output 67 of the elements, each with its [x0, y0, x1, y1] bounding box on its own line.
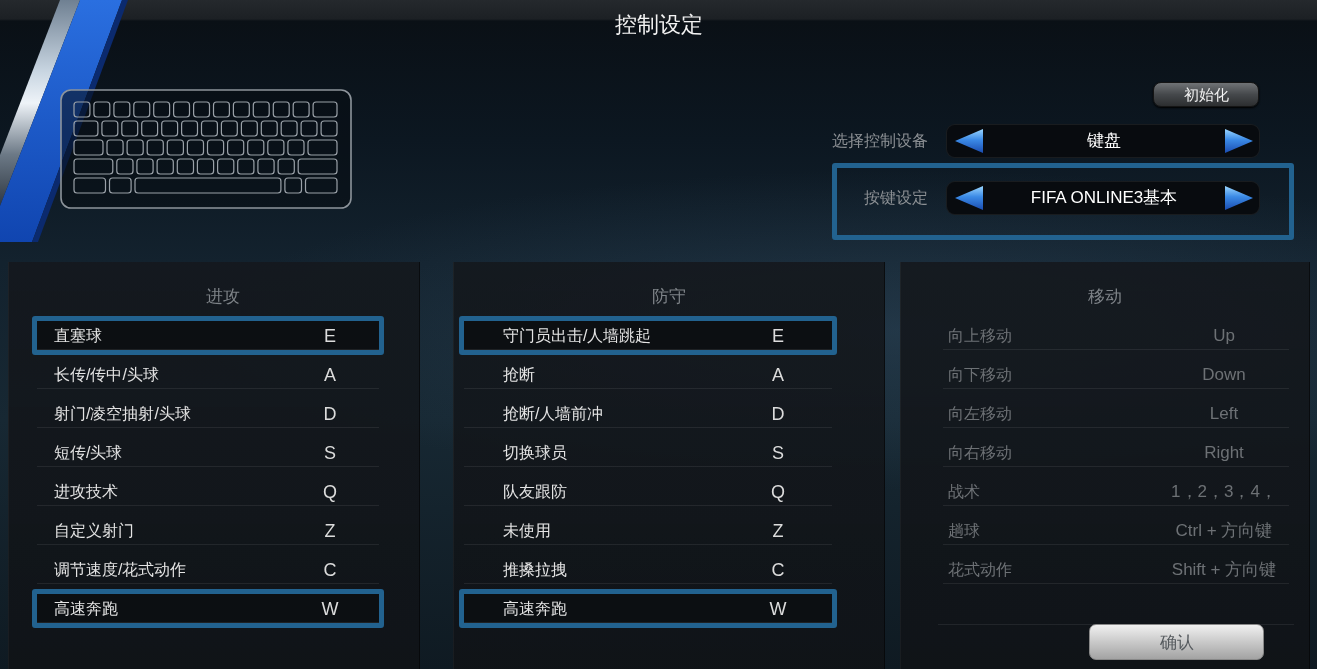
selector-value: FIFA ONLINE3基本	[1029, 187, 1179, 209]
key-label: Right	[1203, 441, 1245, 464]
key-label: Down	[1201, 363, 1247, 386]
action-label: 向下移动	[948, 364, 1013, 385]
key-label: E	[323, 324, 337, 347]
key-label: E	[771, 324, 785, 347]
column-heading: 进攻	[206, 287, 240, 307]
action-label: 趟球	[948, 520, 981, 541]
option-selector[interactable]: 键盘	[946, 124, 1260, 158]
action-label: 长传/传中/头球	[54, 364, 160, 385]
setting-label: 选择控制设备	[832, 131, 928, 151]
key-label: A	[323, 363, 337, 386]
key-label: 1，2，3，4，	[1170, 480, 1278, 503]
key-label: Z	[771, 519, 785, 542]
action-label: 推搡拉拽	[503, 559, 568, 580]
action-label: 向右移动	[948, 442, 1013, 463]
keyboard-icon	[60, 89, 352, 209]
action-label: 向上移动	[948, 325, 1013, 346]
key-label: C	[770, 558, 786, 581]
left-arrow-icon[interactable]	[954, 185, 984, 211]
key-label: A	[771, 363, 785, 386]
key-label: Q	[770, 480, 786, 503]
key-label: D	[322, 402, 338, 425]
key-label: Shift + 方向键	[1170, 558, 1278, 581]
action-label: 调节速度/花式动作	[54, 559, 188, 580]
right-arrow-icon[interactable]	[1224, 185, 1254, 211]
action-label: 自定义射门	[54, 520, 135, 541]
left-arrow-icon[interactable]	[954, 128, 984, 154]
binding-row[interactable]: 守门员出击/人墙跳起 E	[459, 316, 837, 355]
binding-row[interactable]: 高速奔跑 W	[32, 589, 384, 628]
action-label: 战术	[948, 481, 981, 502]
key-label: S	[771, 441, 785, 464]
key-label: Ctrl + 方向键	[1174, 519, 1274, 542]
action-label: 抢断/人墙前冲	[503, 403, 605, 424]
column-heading: 防守	[652, 287, 686, 307]
action-label: 直塞球	[54, 325, 103, 346]
action-label: 高速奔跑	[54, 598, 119, 619]
key-label: W	[768, 597, 788, 620]
column-heading: 移动	[1088, 287, 1122, 307]
action-label: 切换球员	[503, 442, 568, 463]
action-label: 未使用	[503, 520, 552, 541]
action-label: 抢断	[503, 364, 536, 385]
binding-row[interactable]: 直塞球 E	[32, 316, 384, 355]
screen-title: 控制设定	[614, 12, 703, 38]
action-label: 射门/凌空抽射/头球	[54, 403, 192, 424]
key-label: Left	[1208, 402, 1240, 425]
key-label: S	[323, 441, 337, 464]
key-label: D	[770, 402, 786, 425]
right-arrow-icon[interactable]	[1224, 128, 1254, 154]
setting-label: 按键设定	[864, 188, 928, 208]
selector-value: 键盘	[1086, 130, 1122, 152]
action-label: 守门员出击/人墙跳起	[503, 325, 653, 346]
reset-button[interactable]: 初始化	[1153, 82, 1259, 107]
binding-row[interactable]: 高速奔跑 W	[459, 589, 837, 628]
action-label: 短传/头球	[54, 442, 124, 463]
key-label: C	[322, 558, 338, 581]
key-label: Z	[323, 519, 337, 542]
key-label: W	[320, 597, 340, 620]
confirm-button[interactable]: 确认	[1089, 624, 1264, 660]
key-label: Q	[322, 480, 338, 503]
action-label: 花式动作	[948, 559, 1013, 580]
action-label: 队友跟防	[503, 481, 568, 502]
option-selector[interactable]: FIFA ONLINE3基本	[946, 181, 1260, 215]
key-label: Up	[1212, 324, 1236, 347]
action-label: 进攻技术	[54, 481, 119, 502]
action-label: 向左移动	[948, 403, 1013, 424]
action-label: 高速奔跑	[503, 598, 568, 619]
